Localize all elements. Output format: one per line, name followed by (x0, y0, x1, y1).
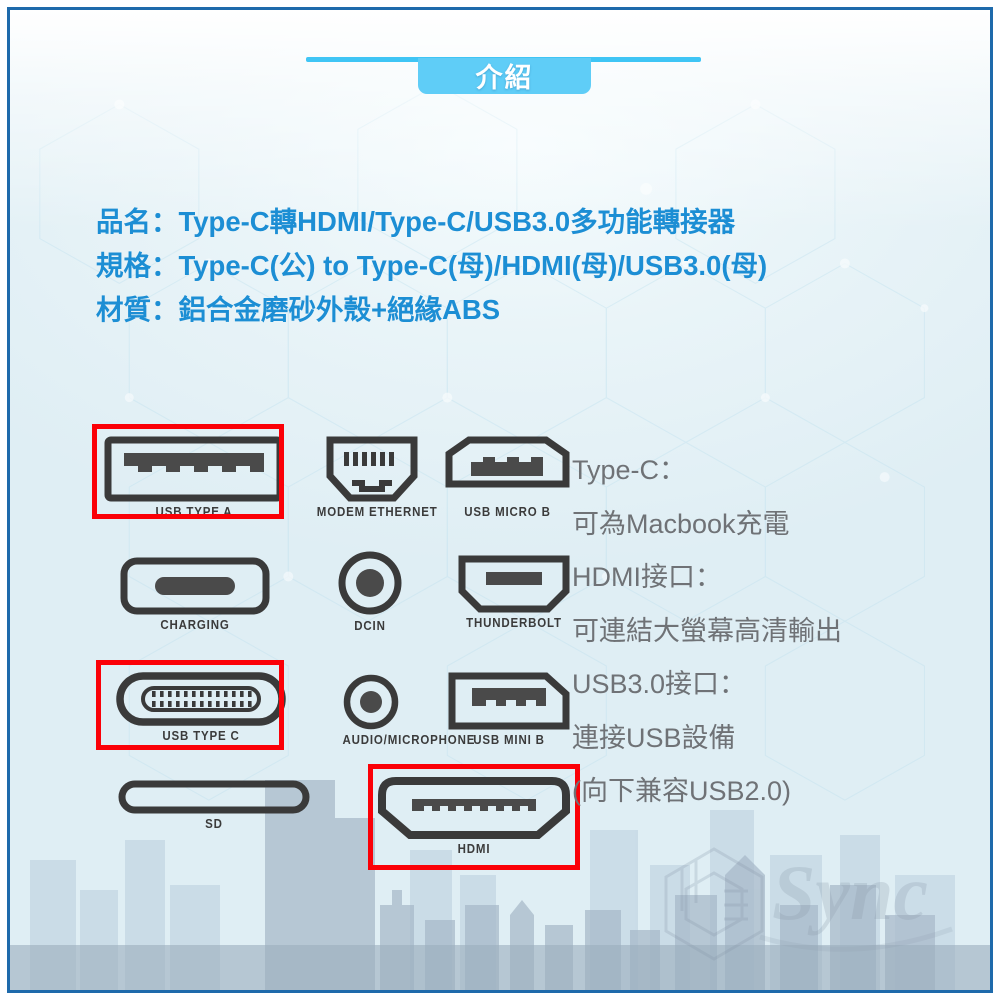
usb-type-a-icon (104, 436, 284, 502)
dc-in-icon (338, 551, 402, 615)
bordered-content-frame: 介紹 品名：Type-C轉HDMI/Type-C/USB3.0多功能轉接器 規格… (7, 7, 993, 993)
spec-line-material: 材質：鋁合金磨砂外殼+絕緣ABS (96, 294, 501, 325)
header-tab-label: 介紹 (475, 62, 534, 93)
connector-label: USB TYPE C (162, 729, 240, 743)
connector-label: USB MINI B (473, 733, 545, 747)
feature-description-list: Type-C： 可為Macbook充電 HDMI接口： 可連結大螢幕高清輸出 U… (572, 444, 972, 819)
connector-label: CHARGING (160, 618, 230, 632)
connector-label: THUNDERBOLT (466, 616, 562, 630)
connector-icon-grid: USB TYPE A MODEM ETHERNET USB MICRO B CH… (90, 422, 580, 872)
connector-modem-ethernet: MODEM ETHERNET (312, 436, 438, 519)
thunderbolt-icon (458, 555, 570, 613)
product-info-page: 介紹 品名：Type-C轉HDMI/Type-C/USB3.0多功能轉接器 規格… (0, 0, 1000, 1000)
connector-hdmi: HDMI (378, 777, 570, 856)
section-header: 介紹 (10, 10, 990, 150)
connector-label: HDMI (457, 842, 491, 856)
hdmi-icon (378, 777, 570, 839)
connector-label: USB TYPE A (155, 505, 233, 519)
charging-icon (120, 557, 270, 615)
spec-line-specification: 規格：Type-C(公) to Type-C(母)/HDMI(母)/USB3.0… (96, 250, 768, 281)
connector-label: USB MICRO B (464, 505, 551, 519)
product-spec-list: 品名：Type-C轉HDMI/Type-C/USB3.0多功能轉接器 規格：Ty… (96, 200, 936, 332)
desc-hdmi-detail: 可連結大螢幕高清輸出 (572, 615, 842, 646)
connector-audio-microphone: AUDIO/MICROPHONE (340, 674, 476, 747)
usb-micro-b-icon (445, 436, 570, 488)
connector-charging: CHARGING (120, 557, 270, 632)
connector-label: AUDIO/MICROPHONE (342, 733, 476, 747)
connector-usb-type-c: USB TYPE C (116, 672, 286, 743)
connector-dcin: DCIN (335, 550, 405, 633)
desc-usb3-title: USB3.0接口： (572, 669, 747, 699)
usb-mini-b-icon (448, 672, 570, 730)
desc-usb3-detail: 連接USB設備 (572, 722, 736, 753)
connector-label: SD (205, 817, 223, 831)
connector-usb-micro-b: USB MICRO B (445, 436, 570, 519)
sync-watermark-logo: Sync (664, 847, 953, 961)
cube-logo-icon (664, 847, 764, 961)
connector-sd: SD (118, 780, 310, 831)
connector-label: DCIN (354, 619, 386, 633)
connector-label: MODEM ETHERNET (316, 505, 438, 519)
usb-type-c-icon (116, 672, 286, 726)
sd-card-slot-icon (118, 780, 310, 814)
desc-typec-title: Type-C： (572, 455, 687, 485)
desc-hdmi-title: HDMI接口： (572, 562, 722, 592)
ethernet-icon (326, 436, 418, 502)
spec-line-product-name: 品名：Type-C轉HDMI/Type-C/USB3.0多功能轉接器 (96, 206, 736, 237)
desc-usb3-note: (向下兼容USB2.0) (572, 776, 792, 806)
audio-jack-icon (343, 674, 399, 730)
connector-usb-mini-b: USB MINI B (448, 672, 570, 747)
watermark-text: Sync (772, 849, 928, 936)
connector-thunderbolt: THUNDERBOLT (458, 555, 570, 630)
connector-usb-type-a: USB TYPE A (104, 436, 284, 519)
desc-typec-detail: 可為Macbook充電 (572, 508, 790, 539)
